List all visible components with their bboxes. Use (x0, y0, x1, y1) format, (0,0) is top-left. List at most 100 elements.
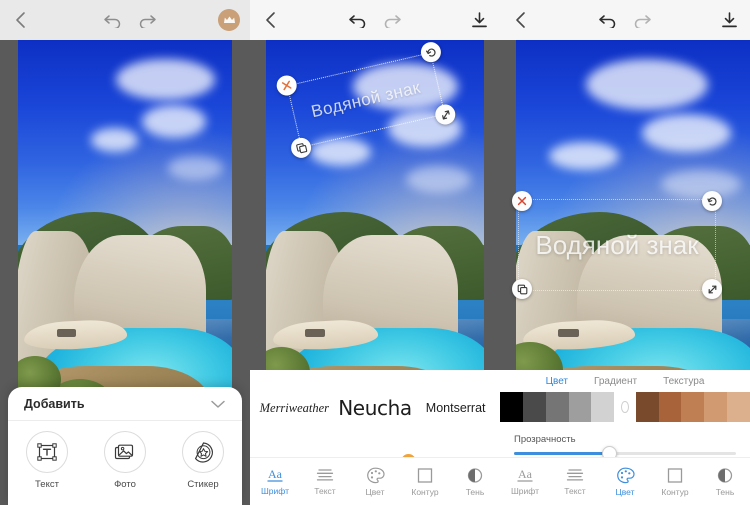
color-tab-solid[interactable]: Цвет (546, 376, 568, 387)
swatch-white-selected[interactable] (621, 401, 629, 413)
chevron-down-icon[interactable] (210, 399, 226, 409)
rotate-icon (424, 46, 437, 59)
tab-text[interactable]: Текст (300, 458, 350, 505)
opacity-control: Прозрачность (500, 422, 750, 461)
text-box-icon (26, 431, 68, 473)
chevron-left-icon (265, 11, 277, 29)
color-panel: Цвет Градиент Текстура Прозрачность Aa Ш… (500, 370, 750, 505)
swatch-lightgray[interactable] (568, 392, 592, 422)
swatch-beige[interactable] (727, 392, 750, 422)
tab-shadow-label: Тень (715, 486, 735, 497)
color-tab-texture[interactable]: Текстура (663, 376, 704, 387)
redo-button[interactable] (137, 12, 157, 28)
font-option[interactable]: Neucha (338, 397, 412, 420)
swatch-tan-light[interactable] (704, 392, 728, 422)
swatch-palegray[interactable] (591, 392, 615, 422)
panel-font: Водяной знак Merriweather Neucha Montser… (250, 0, 500, 505)
panel-add: Добавить Текст Фото Стикер (0, 0, 250, 505)
tab-font[interactable]: Aa Шрифт (500, 458, 550, 505)
rotate-handle[interactable] (702, 191, 722, 211)
copy-icon (517, 284, 528, 295)
download-button[interactable] (458, 0, 500, 40)
photo-icon (104, 431, 146, 473)
swatch-darkgray[interactable] (522, 392, 546, 422)
opacity-slider[interactable] (514, 446, 736, 461)
tab-text[interactable]: Текст (550, 458, 600, 505)
rotate-icon (706, 196, 718, 207)
swatch-brown[interactable] (658, 392, 682, 422)
tab-color[interactable]: Цвет (600, 458, 650, 505)
premium-badge[interactable] (218, 9, 240, 31)
panel-color: Водяной знак Цвет Градиент Текстура Проз… (500, 0, 750, 505)
add-sticker-label: Стикер (187, 479, 219, 490)
close-icon (281, 79, 293, 91)
add-sheet-header[interactable]: Добавить (8, 387, 242, 421)
add-options-row: Текст Фото Стикер (8, 421, 242, 490)
delete-handle[interactable] (512, 191, 532, 211)
shadow-circle-icon (716, 467, 734, 484)
tab-font-label: Шрифт (511, 486, 539, 496)
svg-text:Aa: Aa (518, 467, 533, 481)
add-text-button[interactable]: Текст (26, 431, 68, 490)
resize-diagonal-icon (707, 284, 718, 295)
copy-icon (294, 141, 307, 154)
tab-font[interactable]: Aa Шрифт (250, 458, 300, 505)
outline-square-icon (666, 467, 684, 484)
palette-icon (366, 467, 385, 484)
add-sticker-button[interactable]: Стикер (182, 431, 224, 490)
back-button[interactable] (500, 0, 542, 40)
tab-shadow[interactable]: Тень (450, 458, 500, 505)
svg-text:Aa: Aa (268, 467, 283, 481)
editor-tabbar-3: Aa Шрифт Текст Цвет Контур Тень (500, 457, 750, 505)
add-sheet-title: Добавить (24, 396, 85, 411)
font-icon: Aa (514, 467, 536, 483)
tab-outline-label: Контур (411, 486, 439, 497)
toolbar-panel3 (500, 0, 750, 40)
back-button[interactable] (250, 0, 292, 40)
align-icon (315, 467, 335, 483)
tab-outline[interactable]: Контур (400, 458, 450, 505)
back-button[interactable] (0, 0, 42, 40)
download-icon (720, 11, 739, 30)
color-tab-gradient[interactable]: Градиент (594, 376, 637, 387)
add-photo-button[interactable]: Фото (104, 431, 146, 490)
swatch-black[interactable] (500, 392, 523, 422)
add-photo-label: Фото (114, 479, 136, 490)
swatch-row (500, 392, 750, 422)
editor-tabbar-2: Aa Шрифт Текст Цвет Контур Тень (250, 457, 500, 505)
undo-button[interactable] (348, 12, 368, 28)
tab-outline-label: Контур (661, 486, 689, 497)
tab-outline[interactable]: Контур (650, 458, 700, 505)
redo-button[interactable] (632, 12, 652, 28)
undo-button[interactable] (103, 12, 123, 28)
swatch-gray[interactable] (545, 392, 569, 422)
undo-button[interactable] (598, 12, 618, 28)
close-icon (517, 196, 527, 206)
font-option[interactable]: Montserrat (426, 401, 486, 415)
color-mode-tabs: Цвет Градиент Текстура (500, 370, 750, 392)
watermark-text: Водяной знак (535, 229, 699, 260)
watermark-object-3[interactable]: Водяной знак (508, 185, 726, 305)
tab-color-label: Цвет (365, 486, 385, 497)
swatch-brown-dark[interactable] (635, 392, 659, 422)
swatch-tan[interactable] (681, 392, 705, 422)
add-text-label: Текст (35, 479, 59, 490)
tab-color[interactable]: Цвет (350, 458, 400, 505)
opacity-fill (514, 452, 610, 455)
tab-color-label: Цвет (615, 486, 635, 497)
tab-text-label: Текст (314, 486, 336, 496)
chevron-left-icon (15, 11, 27, 29)
download-button[interactable] (708, 0, 750, 40)
duplicate-handle[interactable] (512, 279, 532, 299)
screenshot-triptych: Добавить Текст Фото Стикер Водяной знак … (0, 0, 750, 505)
download-icon (470, 11, 489, 30)
font-option[interactable]: Merriweather (260, 401, 329, 415)
shadow-circle-icon (466, 467, 484, 484)
tab-shadow-label: Тень (465, 486, 485, 497)
sticker-icon (182, 431, 224, 473)
toolbar-panel2 (250, 0, 500, 40)
redo-button[interactable] (382, 12, 402, 28)
resize-handle[interactable] (702, 279, 722, 299)
tab-shadow[interactable]: Тень (700, 458, 750, 505)
add-sheet: Добавить Текст Фото Стикер (8, 387, 242, 505)
